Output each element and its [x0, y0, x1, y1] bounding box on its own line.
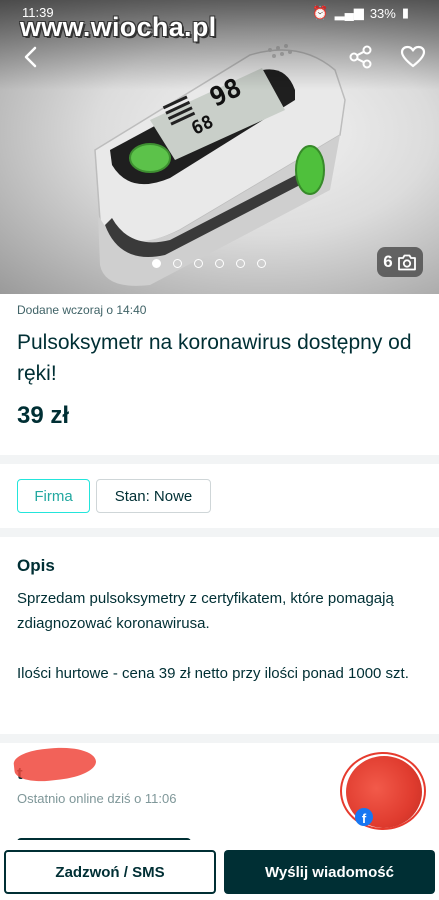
section-divider — [0, 528, 439, 537]
alarm-icon: ⏰ — [312, 5, 329, 20]
condition-tag: Stan: Nowe — [96, 479, 211, 513]
gallery-pagination — [152, 259, 266, 268]
share-icon — [349, 45, 372, 69]
back-button[interactable] — [14, 40, 48, 74]
heart-icon — [400, 45, 426, 68]
gallery-dot[interactable] — [215, 259, 224, 268]
gallery-dot[interactable] — [257, 259, 266, 268]
gallery-dot[interactable] — [236, 259, 245, 268]
description-paragraph: Sprzedam pulsoksymetry z certyfikatem, k… — [17, 590, 394, 632]
business-tag: Firma — [17, 479, 90, 513]
listing-title: Pulsoksymetr na koronawirus dostępny od … — [17, 331, 412, 385]
description-paragraph: Ilości hurtowe - cena 39 zł netto przy i… — [17, 665, 409, 682]
send-message-button[interactable]: Wyślij wiadomość — [224, 850, 435, 894]
chevron-left-icon — [24, 46, 37, 68]
added-date: Dodane wczoraj o 14:40 — [17, 303, 147, 317]
camera-icon — [397, 254, 416, 270]
watermark: www.wiocha.pl — [20, 12, 217, 42]
battery-icon: ▮ — [401, 5, 409, 20]
status-icons: ⏰ ▂▄▆ 33% ▮ — [312, 5, 409, 21]
seller-last-online: Ostatnio online dziś o 11:06 — [17, 791, 177, 806]
redaction-scribble — [12, 743, 98, 785]
listing-price: 39 zł — [17, 402, 70, 429]
battery-text: 33% — [369, 5, 396, 21]
photo-count-text: 6 — [383, 252, 393, 271]
gallery-dot[interactable] — [194, 259, 203, 268]
favorite-button[interactable] — [396, 40, 430, 74]
call-sms-button[interactable]: Zadzwoń / SMS — [4, 850, 216, 894]
gallery-dot[interactable] — [173, 259, 182, 268]
photo-count-badge[interactable]: 6 — [377, 247, 423, 277]
section-divider — [0, 734, 439, 743]
description-heading: Opis — [17, 556, 55, 575]
section-divider — [0, 455, 439, 464]
share-button[interactable] — [344, 40, 378, 74]
facebook-icon: f — [355, 808, 373, 826]
signal-icon: ▂▄▆ — [334, 5, 364, 20]
gallery-dot[interactable] — [152, 259, 161, 268]
